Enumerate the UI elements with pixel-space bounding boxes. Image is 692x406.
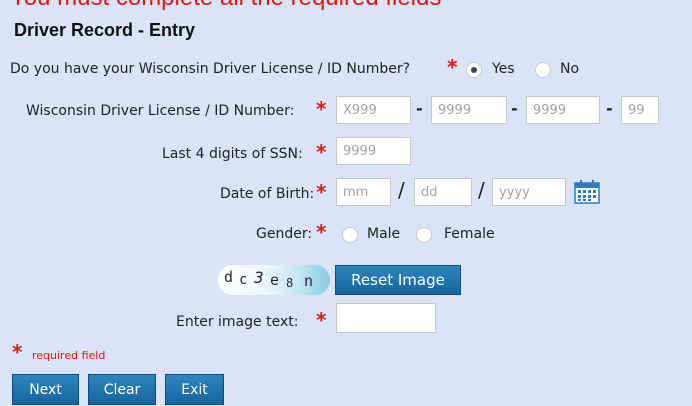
required-fields-banner: You must complete all the required field…: [0, 0, 692, 14]
license-separator: -: [416, 99, 423, 118]
page-title: Driver Record - Entry: [14, 20, 196, 40]
license-yes-label[interactable]: Yes: [492, 61, 515, 77]
clear-button[interactable]: Clear: [88, 374, 156, 405]
license-part-1-input[interactable]: [336, 96, 411, 124]
license-no-radio[interactable]: [535, 62, 551, 78]
required-marker: *: [316, 220, 327, 244]
license-question-label: Do you have your Wisconsin Driver Licens…: [10, 61, 411, 77]
exit-button[interactable]: Exit: [165, 374, 224, 405]
dob-day-input[interactable]: [414, 178, 472, 206]
required-marker: *: [316, 140, 327, 164]
captcha-char: 8: [286, 276, 294, 290]
reset-image-button[interactable]: Reset Image: [335, 265, 461, 295]
license-number-label: Wisconsin Driver License / ID Number:: [26, 103, 295, 119]
dob-label: Date of Birth:: [220, 186, 315, 202]
gender-male-label[interactable]: Male: [367, 226, 400, 242]
banner-text: You must complete all the required field…: [10, 0, 441, 12]
gender-label: Gender:: [256, 226, 313, 242]
dob-separator: /: [478, 178, 485, 202]
captcha-char: d: [224, 268, 234, 286]
license-part-3-input[interactable]: [526, 96, 600, 124]
required-marker: *: [316, 308, 327, 332]
next-button[interactable]: Next: [12, 374, 79, 405]
dob-month-input[interactable]: [336, 178, 391, 206]
license-separator: -: [606, 99, 613, 118]
required-marker: *: [316, 97, 327, 121]
required-field-note: required field: [32, 349, 106, 362]
captcha-image: d c 3 e 8 n: [218, 265, 330, 295]
license-no-label[interactable]: No: [560, 61, 579, 77]
required-marker: *: [12, 340, 23, 364]
required-marker: *: [316, 180, 327, 204]
license-part-2-input[interactable]: [431, 96, 507, 124]
captcha-text-input[interactable]: [336, 303, 436, 333]
ssn-input[interactable]: [336, 137, 411, 165]
captcha-char: e: [270, 271, 280, 289]
license-separator: -: [511, 99, 518, 118]
required-marker: *: [447, 55, 458, 79]
captcha-char: n: [304, 272, 314, 290]
dob-year-input[interactable]: [492, 178, 566, 206]
gender-female-label[interactable]: Female: [444, 226, 495, 242]
captcha-char: c: [239, 272, 248, 288]
ssn-label: Last 4 digits of SSN:: [162, 146, 303, 162]
license-yes-radio[interactable]: [466, 62, 482, 78]
gender-female-radio[interactable]: [416, 227, 432, 243]
license-part-4-input[interactable]: [621, 96, 659, 124]
captcha-char: 3: [254, 268, 264, 287]
dob-separator: /: [398, 178, 405, 202]
calendar-icon[interactable]: [574, 180, 600, 204]
gender-male-radio[interactable]: [342, 227, 358, 243]
captcha-input-label: Enter image text:: [176, 314, 299, 330]
